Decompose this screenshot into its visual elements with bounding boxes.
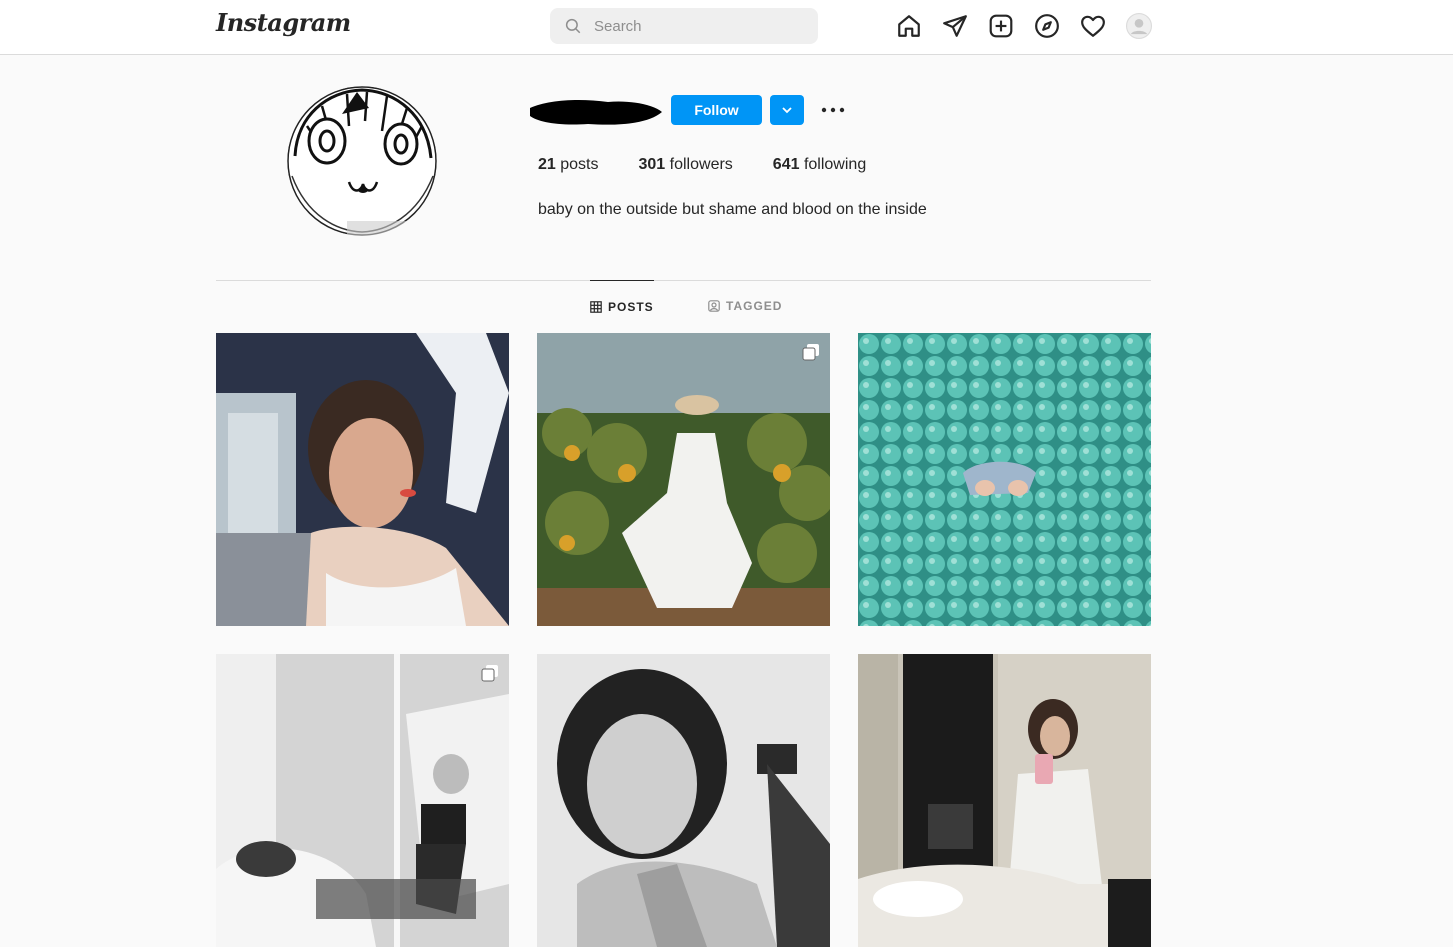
post-photo-ball-pit [858, 333, 1151, 626]
posts-label: posts [560, 156, 599, 173]
instagram-logo[interactable]: Instagram [216, 8, 351, 37]
ellipsis-icon [821, 107, 845, 113]
new-post-icon[interactable] [988, 13, 1014, 39]
direct-icon[interactable] [942, 13, 968, 39]
profile-stats: 21 posts 301 followers 641 following [538, 156, 866, 174]
suggested-dropdown-button[interactable] [770, 95, 804, 125]
tab-posts-label: POSTS [608, 299, 654, 314]
follow-button[interactable]: Follow [671, 95, 762, 125]
post-tile[interactable] [537, 333, 830, 626]
more-options-button[interactable] [818, 98, 848, 122]
tag-user-icon [708, 300, 720, 312]
followers-stat[interactable]: 301 followers [639, 156, 733, 174]
username-redacted [530, 100, 662, 125]
nav-icons [896, 13, 1152, 39]
post-tile[interactable] [216, 333, 509, 626]
post-photo-bw-portrait [537, 654, 830, 947]
post-photo-mirror-selfie [858, 654, 1151, 947]
following-stat[interactable]: 641 following [773, 156, 866, 174]
grid-icon [590, 300, 602, 313]
followers-label: followers [669, 156, 733, 173]
following-count: 641 [772, 156, 800, 173]
tab-tagged-label: TAGGED [726, 299, 783, 313]
search-icon [565, 18, 581, 34]
chevron-down-icon [782, 107, 792, 114]
tab-tagged[interactable]: TAGGED [708, 280, 782, 332]
multiple-photos-icon [481, 665, 498, 682]
post-photo-bw-bedroom [216, 654, 509, 947]
activity-icon[interactable] [1080, 13, 1106, 39]
tabs-divider [216, 280, 1151, 281]
top-nav-bar: Instagram [0, 0, 1453, 55]
explore-icon[interactable] [1034, 13, 1060, 39]
tab-posts[interactable]: POSTS [590, 280, 654, 332]
post-tile[interactable] [537, 654, 830, 947]
post-tile[interactable] [216, 654, 509, 947]
posts-stat: 21 posts [538, 156, 599, 174]
profile-avatar[interactable] [287, 86, 437, 236]
search-box[interactable] [550, 8, 818, 44]
profile-bio: baby on the outside but shame and blood … [538, 201, 927, 218]
post-photo-sunflower-field [537, 333, 830, 626]
posts-count: 21 [538, 156, 556, 173]
post-photo-woman-portrait [216, 333, 509, 626]
search-input[interactable] [592, 16, 796, 36]
following-label: following [803, 156, 867, 173]
followers-count: 301 [638, 156, 666, 173]
post-tile[interactable] [858, 654, 1151, 947]
profile-avatar-icon[interactable] [1126, 13, 1152, 39]
post-tile[interactable] [858, 333, 1151, 626]
multiple-photos-icon [802, 344, 819, 361]
home-icon[interactable] [896, 13, 922, 39]
